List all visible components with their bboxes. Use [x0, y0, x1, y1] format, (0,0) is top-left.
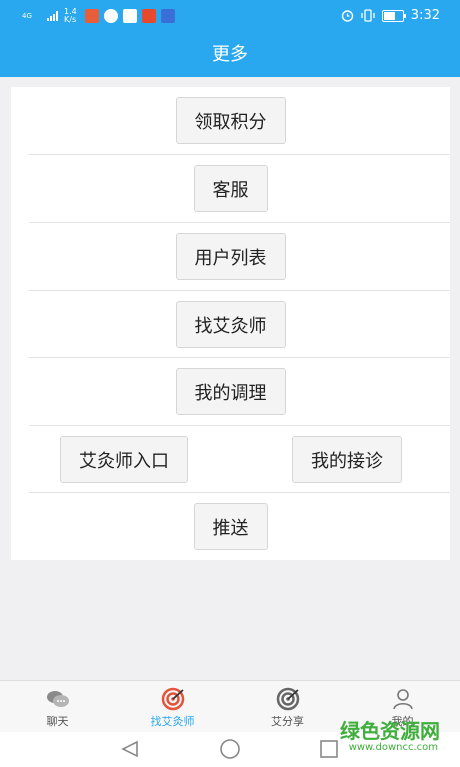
menu-row: 领取积分 — [11, 87, 450, 154]
back-icon[interactable] — [120, 740, 140, 758]
page-title: 更多 — [212, 44, 248, 65]
claim-points-button[interactable]: 领取积分 — [175, 97, 286, 144]
user-list-button[interactable]: 用户列表 — [175, 233, 286, 280]
status-time: 3:32 — [410, 8, 440, 23]
menu-row: 客服 — [11, 155, 450, 222]
weibo-icon — [142, 9, 156, 23]
status-right: 3:32 — [341, 8, 440, 23]
shield-icon — [123, 9, 137, 23]
menu-row: 推送 — [11, 493, 450, 560]
push-button[interactable]: 推送 — [193, 503, 268, 550]
vibrate-icon — [361, 9, 375, 22]
app-notification-icon — [85, 9, 99, 23]
my-conditioning-button[interactable]: 我的调理 — [175, 368, 286, 415]
title-bar: 更多 — [0, 32, 460, 77]
target-icon — [161, 687, 184, 711]
tab-chat[interactable]: 聊天 — [0, 681, 115, 733]
tab-find-moxibustionist-label: 找艾灸师 — [150, 715, 195, 728]
menu-row: 找艾灸师 — [11, 291, 450, 358]
network-indicator: 4G — [22, 11, 32, 20]
moxibustionist-entry-button[interactable]: 艾灸师入口 — [60, 436, 188, 483]
menu-row: 艾灸师入口 我的接诊 — [11, 426, 450, 493]
alarm-icon — [341, 10, 353, 22]
app-icon — [161, 9, 175, 23]
speed-indicator: 1.4 K/s — [64, 7, 77, 24]
battery-fill — [383, 11, 395, 20]
tab-find-moxibustionist[interactable]: 找艾灸师 — [115, 681, 230, 733]
person-icon — [392, 689, 413, 710]
home-icon[interactable] — [219, 738, 241, 760]
watermark-url: www.downcc.com — [348, 742, 438, 753]
tab-share[interactable]: 艾分享 — [230, 681, 345, 733]
watermark: 绿色资源网 — [340, 719, 440, 743]
recents-icon[interactable] — [320, 740, 338, 758]
status-bar: 4G 1.4 K/s 3:32 — [0, 0, 460, 32]
find-moxibustionist-button[interactable]: 找艾灸师 — [175, 301, 286, 348]
status-left: 4G 1.4 K/s — [22, 8, 175, 24]
wechat-icon — [104, 9, 118, 23]
button-pair: 艾灸师入口 我的接诊 — [11, 436, 450, 483]
chat-icon — [46, 691, 69, 707]
customer-service-button[interactable]: 客服 — [193, 165, 268, 212]
menu-row: 我的调理 — [11, 358, 450, 425]
battery-icon — [381, 9, 406, 22]
my-consultations-button[interactable]: 我的接诊 — [292, 436, 402, 483]
tab-chat-label: 聊天 — [46, 715, 69, 728]
menu-row: 用户列表 — [11, 223, 450, 290]
tab-share-label: 艾分享 — [271, 715, 304, 728]
signal-icon — [47, 11, 58, 21]
menu-card: 领取积分 客服 用户列表 找艾灸师 我的调理 艾灸师入口 我的接诊 推送 — [11, 87, 450, 560]
target-icon — [276, 687, 299, 711]
